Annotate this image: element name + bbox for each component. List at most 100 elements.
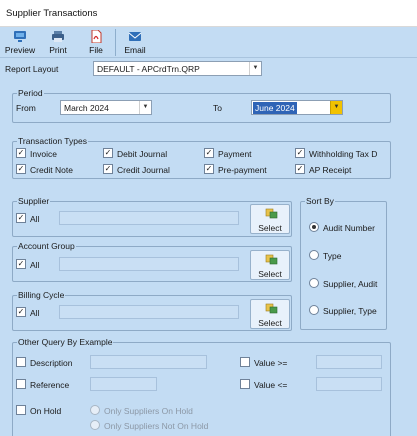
supplier-select-button[interactable]: Select: [250, 204, 290, 234]
account-group-all-label: All: [30, 260, 40, 270]
file-label: File: [89, 45, 103, 55]
account-group-select-label: Select: [258, 269, 282, 279]
email-button[interactable]: Email: [120, 28, 150, 57]
toolbar: Preview Print File Email: [0, 27, 417, 58]
monitor-icon: [14, 31, 26, 42]
period-to-select[interactable]: June 2024 ▼: [251, 100, 343, 115]
supplier-select-label: Select: [258, 223, 282, 233]
sort-audit-number-radio[interactable]: [309, 222, 319, 232]
from-label: From: [16, 103, 36, 113]
select-list-icon: [265, 303, 278, 314]
sort-type-radio[interactable]: [309, 250, 319, 260]
billing-cycle-all-label: All: [30, 308, 40, 318]
sort-by-title: Sort By: [305, 196, 335, 206]
reference-field[interactable]: [90, 377, 157, 391]
chevron-down-icon[interactable]: ▼: [139, 101, 151, 114]
supplier-all-checkbox[interactable]: ✓: [16, 213, 26, 223]
supplier-field[interactable]: [59, 211, 239, 225]
report-layout-value: DEFAULT - APCrdTrn.QRP: [97, 64, 200, 74]
title-bar: Supplier Transactions: [0, 0, 417, 27]
credit-note-label: Credit Note: [30, 165, 73, 175]
on-hold-checkbox[interactable]: [16, 405, 26, 415]
withholding-tax-label: Withholding Tax D: [309, 149, 378, 159]
period-group: Period From March 2024 ▼ To June 2024 ▼: [12, 88, 391, 123]
value-gte-field[interactable]: [316, 355, 382, 369]
account-group-title: Account Group: [17, 241, 76, 251]
supplier-all-label: All: [30, 214, 40, 224]
report-layout-select[interactable]: DEFAULT - APCrdTrn.QRP ▼: [93, 61, 262, 76]
printer-icon: [52, 31, 64, 42]
only-not-on-hold-radio[interactable]: [90, 420, 100, 430]
transaction-types-title: Transaction Types: [17, 136, 88, 146]
account-group-group: Account Group ✓ All Select: [12, 241, 292, 282]
sort-supplier-type-radio[interactable]: [309, 305, 319, 315]
ap-receipt-label: AP Receipt: [309, 165, 352, 175]
value-lte-label: Value <=: [254, 380, 288, 390]
billing-cycle-all-checkbox[interactable]: ✓: [16, 307, 26, 317]
other-query-title: Other Query By Example: [17, 337, 114, 347]
sort-supplier-audit-label: Supplier, Audit: [323, 279, 378, 289]
report-layout-label: Report Layout: [5, 64, 59, 74]
chevron-down-icon[interactable]: ▼: [330, 101, 342, 114]
value-gte-checkbox[interactable]: [240, 357, 250, 367]
billing-cycle-group: Billing Cycle ✓ All Select: [12, 290, 292, 331]
invoice-label: Invoice: [30, 149, 57, 159]
toolbar-separator: [115, 29, 116, 56]
file-button[interactable]: File: [84, 28, 108, 57]
description-field[interactable]: [90, 355, 207, 369]
value-lte-checkbox[interactable]: [240, 379, 250, 389]
credit-journal-label: Credit Journal: [117, 165, 170, 175]
other-query-group: Other Query By Example Description Value…: [12, 337, 391, 436]
only-on-hold-radio[interactable]: [90, 405, 100, 415]
sort-supplier-audit-radio[interactable]: [309, 278, 319, 288]
account-group-select-button[interactable]: Select: [250, 250, 290, 280]
window-title: Supplier Transactions: [6, 8, 98, 19]
supplier-title: Supplier: [17, 196, 51, 206]
only-not-on-hold-label: Only Suppliers Not On Hold: [104, 421, 209, 431]
email-icon: [128, 32, 142, 41]
billing-cycle-select-button[interactable]: Select: [250, 299, 290, 329]
sort-audit-number-label: Audit Number: [323, 223, 375, 233]
billing-cycle-select-label: Select: [258, 318, 282, 328]
period-title: Period: [17, 88, 44, 98]
account-group-all-checkbox[interactable]: ✓: [16, 259, 26, 269]
pdf-file-icon: [91, 30, 102, 43]
sort-type-label: Type: [323, 251, 342, 261]
print-label: Print: [49, 45, 67, 55]
withholding-tax-checkbox[interactable]: ✓: [295, 148, 305, 158]
debit-journal-label: Debit Journal: [117, 149, 168, 159]
account-group-field[interactable]: [59, 257, 239, 271]
on-hold-label: On Hold: [30, 406, 62, 416]
billing-cycle-title: Billing Cycle: [17, 290, 66, 300]
reference-label: Reference: [30, 380, 70, 390]
sort-by-group: Sort By Audit Number Type Supplier, Audi…: [300, 196, 387, 330]
select-list-icon: [265, 208, 278, 219]
period-from-value: March 2024: [64, 103, 109, 113]
value-gte-label: Value >=: [254, 358, 288, 368]
description-checkbox[interactable]: [16, 357, 26, 367]
period-from-select[interactable]: March 2024 ▼: [60, 100, 152, 115]
report-layout-row: Report Layout DEFAULT - APCrdTrn.QRP ▼: [0, 59, 417, 79]
credit-journal-checkbox[interactable]: ✓: [103, 164, 113, 174]
payment-checkbox[interactable]: ✓: [204, 148, 214, 158]
to-label: To: [213, 103, 222, 113]
pre-payment-label: Pre-payment: [218, 165, 267, 175]
period-to-value: June 2024: [253, 102, 297, 114]
transaction-types-group: Transaction Types ✓ Invoice ✓ Debit Jour…: [12, 136, 391, 179]
invoice-checkbox[interactable]: ✓: [16, 148, 26, 158]
chevron-down-icon[interactable]: ▼: [249, 62, 261, 75]
email-label: Email: [124, 45, 146, 55]
print-button[interactable]: Print: [44, 28, 72, 57]
select-list-icon: [265, 254, 278, 265]
reference-checkbox[interactable]: [16, 379, 26, 389]
value-lte-field[interactable]: [316, 377, 382, 391]
only-on-hold-label: Only Suppliers On Hold: [104, 406, 193, 416]
preview-label: Preview: [4, 45, 36, 55]
preview-button[interactable]: Preview: [3, 28, 37, 57]
payment-label: Payment: [218, 149, 252, 159]
ap-receipt-checkbox[interactable]: ✓: [295, 164, 305, 174]
pre-payment-checkbox[interactable]: ✓: [204, 164, 214, 174]
credit-note-checkbox[interactable]: ✓: [16, 164, 26, 174]
billing-cycle-field[interactable]: [59, 305, 239, 319]
debit-journal-checkbox[interactable]: ✓: [103, 148, 113, 158]
